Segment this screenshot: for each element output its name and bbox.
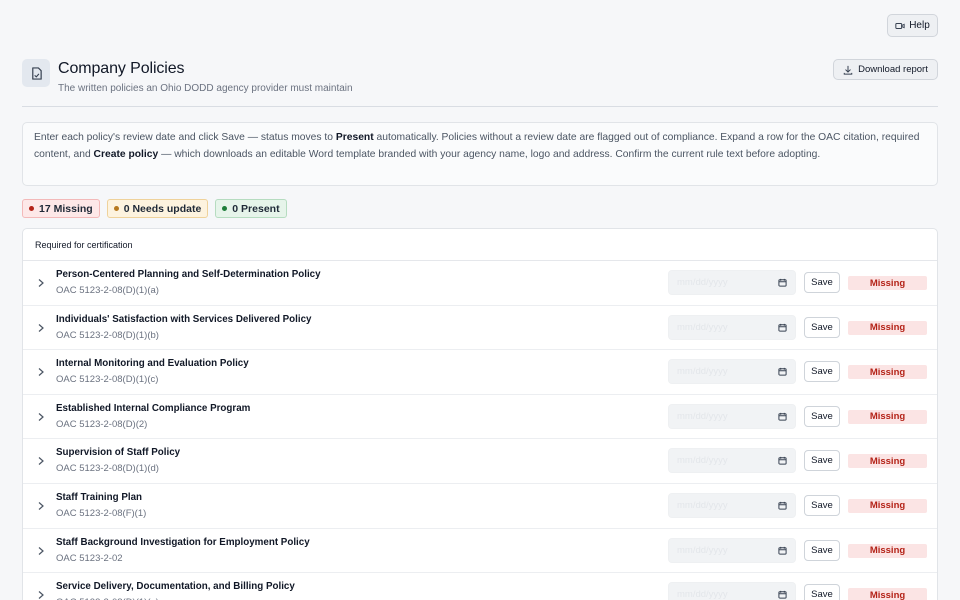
save-button[interactable]: Save <box>804 272 840 293</box>
chevron-right-icon[interactable] <box>37 367 45 377</box>
save-button[interactable]: Save <box>804 316 840 338</box>
policy-citation: OAC 5123-2-08(D)(1)(b) <box>56 329 159 341</box>
status-badge: Missing <box>848 409 927 424</box>
calendar-icon[interactable] <box>778 590 787 599</box>
instructions-text-3: — which downloads an editable Word templ… <box>158 148 821 160</box>
instructions-bold-create-policy: Create policy <box>93 148 159 160</box>
status-badge: Missing <box>848 320 927 335</box>
calendar-icon[interactable] <box>778 456 787 465</box>
policy-citation: OAC 5123-2-02 <box>56 552 123 564</box>
policy-row[interactable]: Service Delivery, Documentation, and Bil… <box>23 573 937 600</box>
needs-update-count-badge[interactable]: 0 Needs update <box>106 199 209 218</box>
date-placeholder: mm/dd/yyyy <box>677 366 728 378</box>
review-date-input[interactable]: mm/dd/yyyy <box>668 359 796 385</box>
chevron-right-icon[interactable] <box>37 323 45 333</box>
date-placeholder: mm/dd/yyyy <box>677 321 728 333</box>
review-date-input[interactable]: mm/dd/yyyy <box>668 314 796 340</box>
save-button[interactable]: Save <box>804 494 840 516</box>
status-badge: Missing <box>848 543 927 558</box>
policy-row[interactable]: Staff Training Plan OAC 5123-2-08(F)(1) … <box>23 484 937 529</box>
instructions-bold-present: Present <box>335 132 374 143</box>
date-placeholder: mm/dd/yyyy <box>677 544 728 556</box>
calendar-icon[interactable] <box>778 412 787 421</box>
policy-row[interactable]: Established Internal Compliance Program … <box>23 395 937 440</box>
policies-panel: Required for certification Person-Center… <box>22 228 938 600</box>
policy-row[interactable]: Person-Centered Planning and Self-Determ… <box>23 261 937 306</box>
missing-dot-icon <box>29 206 34 211</box>
policy-title: Internal Monitoring and Evaluation Polic… <box>56 358 249 370</box>
policy-citation: OAC 5123-2-08(D)(1)(a) <box>56 285 159 296</box>
policy-row[interactable]: Staff Background Investigation for Emplo… <box>23 529 937 574</box>
chevron-right-icon[interactable] <box>37 278 45 288</box>
date-placeholder: mm/dd/yyyy <box>677 589 728 600</box>
header-divider <box>22 106 938 107</box>
save-button[interactable]: Save <box>804 405 840 427</box>
status-badge: Missing <box>848 454 927 469</box>
present-count-badge[interactable]: 0 Present <box>215 199 287 218</box>
needs-update-dot-icon <box>113 206 119 211</box>
page-title: Company Policies <box>58 60 185 77</box>
save-button[interactable]: Save <box>804 539 840 561</box>
page-subtitle: The written policies an Ohio DODD agency… <box>58 83 353 94</box>
save-button[interactable]: Save <box>804 450 840 472</box>
policy-title: Supervision of Staff Policy <box>56 447 181 459</box>
policy-title: Person-Centered Planning and Self-Determ… <box>56 269 321 280</box>
date-placeholder: mm/dd/yyyy <box>677 455 728 467</box>
download-report-label: Download report <box>858 64 928 75</box>
policy-title: Staff Background Investigation for Emplo… <box>56 536 310 548</box>
policy-title: Individuals' Satisfaction with Services … <box>56 313 312 325</box>
present-dot-icon <box>222 206 228 211</box>
policy-list: Person-Centered Planning and Self-Determ… <box>23 261 937 600</box>
policy-title: Staff Training Plan <box>56 491 143 503</box>
chevron-right-icon[interactable] <box>37 456 45 466</box>
save-button[interactable]: Save <box>804 584 840 600</box>
date-placeholder: mm/dd/yyyy <box>677 410 728 422</box>
status-badge: Missing <box>848 365 927 380</box>
calendar-icon[interactable] <box>778 323 787 332</box>
policy-row[interactable]: Internal Monitoring and Evaluation Polic… <box>23 350 937 395</box>
download-icon <box>843 65 853 75</box>
instructions-box: Enter each policy's review date and clic… <box>22 122 938 186</box>
chevron-right-icon[interactable] <box>37 590 45 600</box>
policy-citation: OAC 5123-2-08(D)(2) <box>56 418 148 430</box>
calendar-icon[interactable] <box>778 501 787 510</box>
save-button[interactable]: Save <box>804 361 840 383</box>
date-placeholder: mm/dd/yyyy <box>677 277 728 288</box>
status-badge: Missing <box>848 498 927 513</box>
status-summary: 17 Missing 0 Needs update 0 Present <box>22 199 287 218</box>
policy-row[interactable]: Individuals' Satisfaction with Services … <box>23 306 937 351</box>
needs-update-count-label: 0 Needs update <box>123 202 202 215</box>
policy-citation: OAC 5123-2-08(D)(1)(c) <box>56 374 159 386</box>
section-header: Required for certification <box>23 229 937 261</box>
review-date-input[interactable]: mm/dd/yyyy <box>668 270 796 295</box>
missing-count-label: 17 Missing <box>39 202 93 215</box>
chevron-right-icon[interactable] <box>37 546 45 556</box>
review-date-input[interactable]: mm/dd/yyyy <box>668 403 796 429</box>
calendar-icon[interactable] <box>778 367 787 376</box>
video-icon <box>895 22 905 29</box>
document-icon <box>22 59 50 87</box>
date-placeholder: mm/dd/yyyy <box>677 499 728 511</box>
chevron-right-icon[interactable] <box>37 501 45 511</box>
download-report-button[interactable]: Download report <box>833 59 938 80</box>
review-date-input[interactable]: mm/dd/yyyy <box>668 582 796 600</box>
chevron-right-icon[interactable] <box>37 412 45 422</box>
review-date-input[interactable]: mm/dd/yyyy <box>668 448 796 474</box>
policy-row[interactable]: Supervision of Staff Policy OAC 5123-2-0… <box>23 439 937 484</box>
calendar-icon[interactable] <box>778 278 787 287</box>
policy-citation: OAC 5123-2-08(F)(1) <box>56 507 147 519</box>
policy-title: Service Delivery, Documentation, and Bil… <box>56 581 295 593</box>
calendar-icon[interactable] <box>778 546 787 555</box>
status-badge: Missing <box>848 276 927 290</box>
present-count-label: 0 Present <box>232 202 280 215</box>
missing-count-badge[interactable]: 17 Missing <box>22 199 100 218</box>
instructions-text-1: Enter each policy's review date and clic… <box>34 132 336 143</box>
policy-citation: OAC 5123-2-08(D)(1)(d) <box>56 463 159 475</box>
help-button[interactable]: Help <box>887 14 938 37</box>
policy-title: Established Internal Compliance Program <box>56 402 251 414</box>
review-date-input[interactable]: mm/dd/yyyy <box>668 537 796 563</box>
review-date-input[interactable]: mm/dd/yyyy <box>668 492 796 518</box>
help-button-label: Help <box>909 20 930 31</box>
status-badge: Missing <box>848 588 927 600</box>
